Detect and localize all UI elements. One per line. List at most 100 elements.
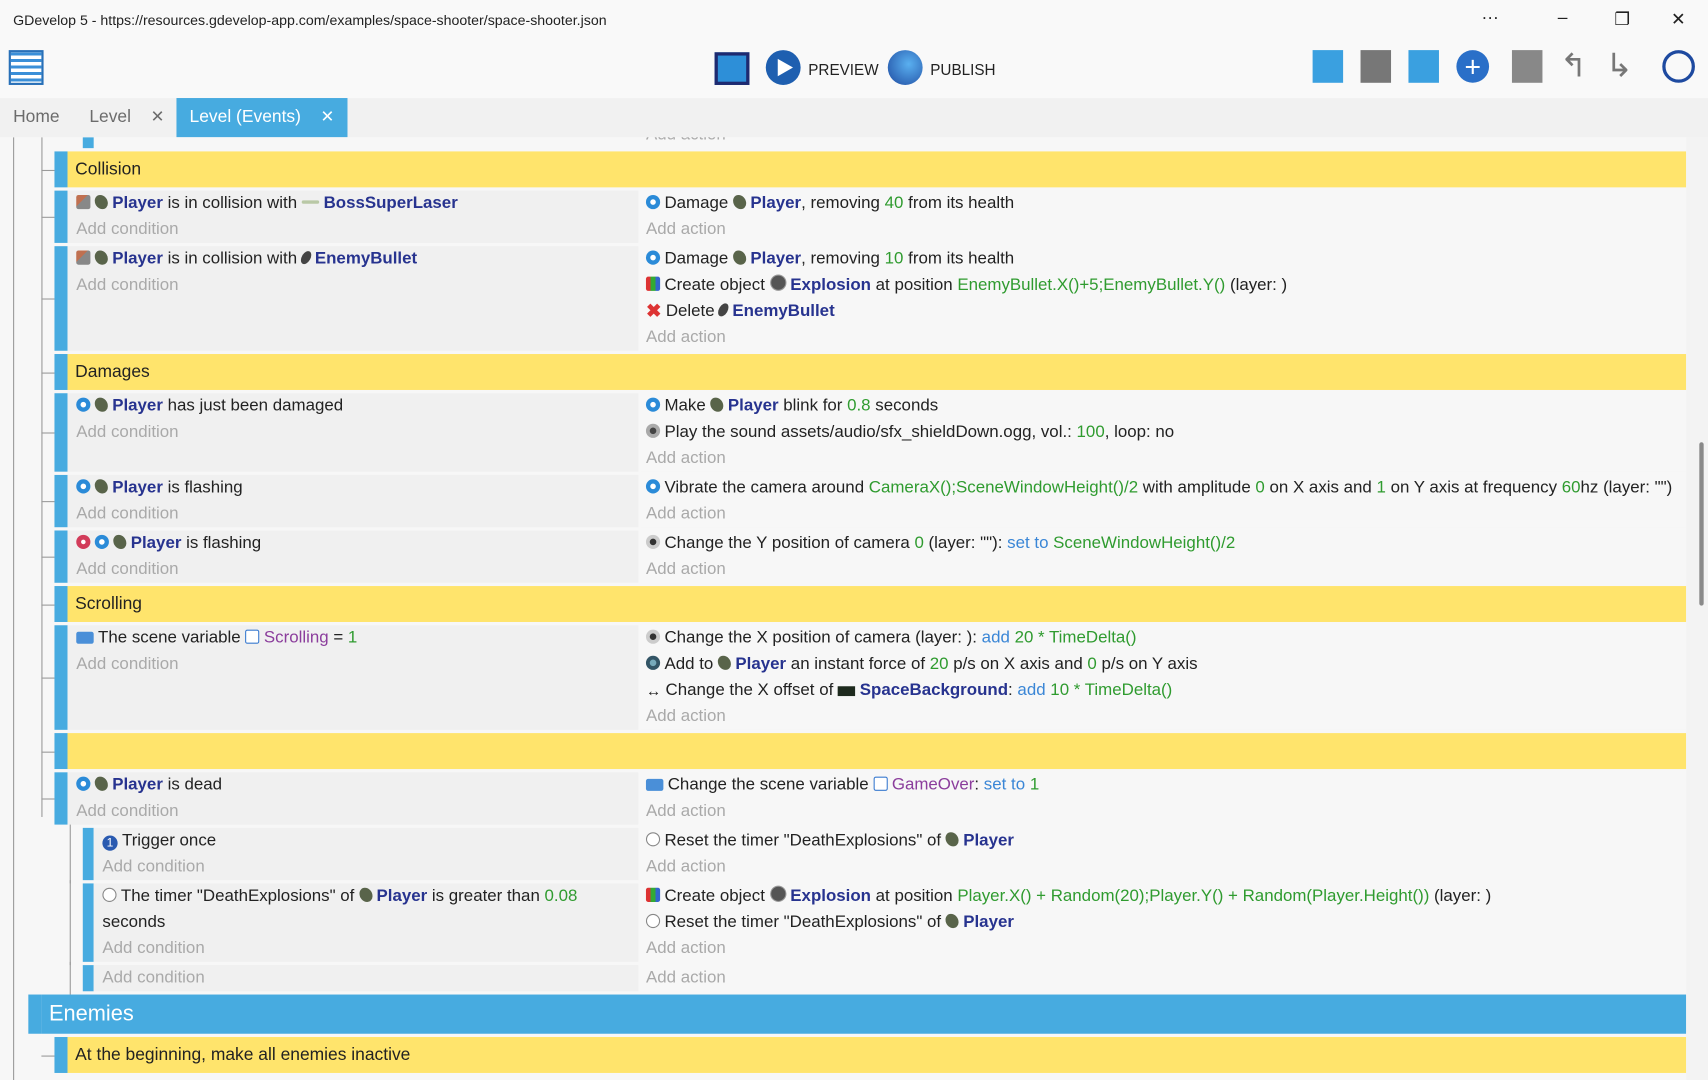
instruction[interactable]: Add to Player an instant force of 20 p/s… [645, 651, 1686, 677]
preview-button[interactable]: PREVIEW [808, 61, 878, 78]
instruction[interactable]: Change the scene variable GameOver: set … [645, 772, 1686, 798]
actions-column[interactable]: Add action [640, 965, 1687, 992]
conditions-column[interactable]: 1 Trigger once Add condition [93, 827, 639, 881]
conditions-column[interactable] [67, 137, 639, 149]
actions-column[interactable]: Damage Player, removing 10 from its heal… [640, 246, 1687, 351]
add-condition-link[interactable]: Add condition [76, 798, 638, 824]
close-tab-icon[interactable]: ✕ [151, 108, 165, 127]
actions-column[interactable]: Create object Explosion at position Play… [640, 883, 1687, 962]
comment-group[interactable]: Collision [41, 151, 1687, 188]
add-action-link[interactable]: Add action [646, 798, 1686, 824]
instruction[interactable]: Reset the timer "DeathExplosions" of Pla… [645, 910, 1686, 936]
minimize-button[interactable]: – [1558, 9, 1568, 29]
tab-level-events[interactable]: Level (Events) ✕ [176, 98, 348, 138]
event-handle[interactable] [54, 354, 68, 390]
redo-icon[interactable]: ↳ [1606, 50, 1643, 87]
event-handle[interactable] [54, 246, 68, 351]
add-condition-link[interactable]: Add condition [76, 272, 638, 298]
conditions-column[interactable]: The timer "DeathExplosions" of Player is… [93, 883, 639, 962]
actions-column[interactable]: Reset the timer "DeathExplosions" of Pla… [640, 827, 1687, 881]
instruction[interactable]: Player has just been damaged [76, 393, 638, 419]
debugger-icon[interactable] [714, 52, 750, 85]
event-row[interactable]: The scene variable Scrolling = 1 Add cond… [41, 625, 1687, 730]
add-comment-icon[interactable] [1408, 50, 1439, 83]
instruction[interactable]: Change the X position of camera (layer: … [645, 625, 1686, 651]
restore-button[interactable]: ❐ [1614, 9, 1630, 31]
add-more-icon[interactable]: + [1456, 50, 1490, 83]
search-icon[interactable] [1662, 50, 1695, 83]
publish-button[interactable]: PUBLISH [930, 61, 995, 78]
conditions-column[interactable]: Player is in collision with EnemyBullet A… [67, 246, 639, 351]
add-action-link[interactable]: Add action [646, 557, 1686, 583]
close-tab-icon[interactable]: ✕ [321, 108, 335, 127]
instruction[interactable]: ↔ Change the X offset of SpaceBackground:… [646, 678, 1686, 704]
event-handle[interactable] [54, 393, 68, 472]
preview-icon[interactable] [765, 50, 801, 85]
add-condition-link[interactable]: Add condition [76, 557, 638, 583]
add-condition-link[interactable]: Add condition [76, 419, 638, 445]
instruction[interactable]: Player is in collision with EnemyBullet [76, 246, 638, 272]
add-action-link[interactable]: Add action [646, 501, 1686, 527]
event-handle[interactable] [54, 772, 68, 825]
add-condition-link[interactable]: Add condition [102, 854, 638, 880]
event-handle[interactable] [54, 190, 68, 243]
conditions-column[interactable]: Add condition [93, 965, 639, 992]
comment-group[interactable]: Damages [41, 354, 1687, 390]
instruction[interactable]: Player is flashing [76, 475, 638, 501]
instruction[interactable]: The scene variable Scrolling = 1 [76, 625, 638, 651]
event-row[interactable]: Player is in collision with EnemyBullet A… [41, 246, 1687, 351]
event-row[interactable]: Player is flashing Add condition Vibrate t… [41, 474, 1687, 528]
event-handle[interactable] [54, 586, 68, 622]
actions-column[interactable]: Vibrate the camera around CameraX();Scen… [640, 474, 1687, 528]
event-handle[interactable] [82, 827, 94, 881]
conditions-column[interactable]: The scene variable Scrolling = 1 Add cond… [67, 625, 639, 730]
event-handle[interactable] [28, 994, 42, 1034]
add-action-link[interactable]: Add action [646, 217, 1686, 243]
instruction[interactable]: Create object Explosion at position Enem… [645, 272, 1686, 298]
instruction[interactable]: Damage Player, removing 10 from its heal… [645, 246, 1686, 272]
event-handle[interactable] [54, 474, 68, 528]
instruction[interactable]: Play the sound assets/audio/sfx_shieldDo… [645, 419, 1686, 445]
instruction[interactable]: Damage Player, removing 40 from its heal… [645, 191, 1686, 217]
comment-group[interactable]: At the beginning, make all enemies inact… [41, 1037, 1687, 1073]
add-action-link[interactable]: Add action [646, 137, 1686, 148]
more-button[interactable]: ··· [1481, 9, 1498, 29]
delete-event-icon[interactable] [1511, 50, 1543, 83]
add-event-icon[interactable] [1312, 50, 1344, 83]
event-handle[interactable] [54, 733, 68, 770]
add-condition-link[interactable]: Add condition [76, 501, 638, 527]
instruction[interactable]: Reset the timer "DeathExplosions" of Pla… [645, 828, 1686, 854]
tab-home[interactable]: Home [0, 98, 73, 137]
add-condition-link[interactable]: Add condition [76, 217, 638, 243]
conditions-column[interactable]: Player has just been damaged Add conditio… [67, 393, 639, 472]
instruction[interactable]: Make Player blink for 0.8 seconds [645, 393, 1686, 419]
actions-column[interactable]: Make Player blink for 0.8 seconds Play th… [640, 393, 1687, 472]
event-row[interactable]: Add condition Add action [69, 961, 1687, 995]
conditions-column[interactable]: Player is flashing Add condition [67, 474, 639, 528]
add-action-link[interactable]: Add action [646, 936, 1686, 962]
event-handle[interactable] [82, 965, 94, 992]
event-handle[interactable] [54, 530, 68, 583]
event-row[interactable]: 1 Trigger once Add condition Reset the time… [69, 824, 1687, 884]
conditions-column[interactable]: Player is flashing Add condition [67, 530, 639, 583]
add-condition-link[interactable]: Add condition [102, 936, 638, 962]
event-row[interactable]: Player is flashing Add condition Change th… [41, 530, 1687, 583]
instruction[interactable]: Vibrate the camera around CameraX();Scen… [645, 475, 1686, 501]
event-row[interactable]: The timer "DeathExplosions" of Player is… [69, 880, 1687, 966]
instruction[interactable]: The timer "DeathExplosions" of Player is… [102, 883, 638, 935]
add-condition-link[interactable]: Add condition [76, 651, 638, 677]
actions-column[interactable]: Change the Y position of camera 0 (layer… [640, 530, 1687, 583]
undo-icon[interactable]: ↰ [1560, 50, 1597, 87]
tab-level[interactable]: Level ✕ [76, 98, 177, 137]
comment-group[interactable] [41, 733, 1687, 770]
add-action-link[interactable]: Add action [646, 965, 1686, 991]
instruction[interactable]: Change the Y position of camera 0 (layer… [645, 530, 1686, 556]
conditions-column[interactable]: Player is in collision with BossSuperLas… [67, 190, 639, 243]
instruction[interactable]: Create object Explosion at position Play… [645, 883, 1686, 909]
event-handle[interactable] [82, 883, 94, 962]
actions-column[interactable]: Damage Player, removing 40 from its heal… [640, 190, 1687, 243]
comment-group[interactable]: Scrolling [41, 586, 1687, 622]
add-action-link[interactable]: Add action [646, 854, 1686, 880]
instruction[interactable]: Player is in collision with BossSuperLas… [76, 191, 638, 217]
actions-column[interactable]: Change the X position of camera (layer: … [640, 625, 1687, 730]
